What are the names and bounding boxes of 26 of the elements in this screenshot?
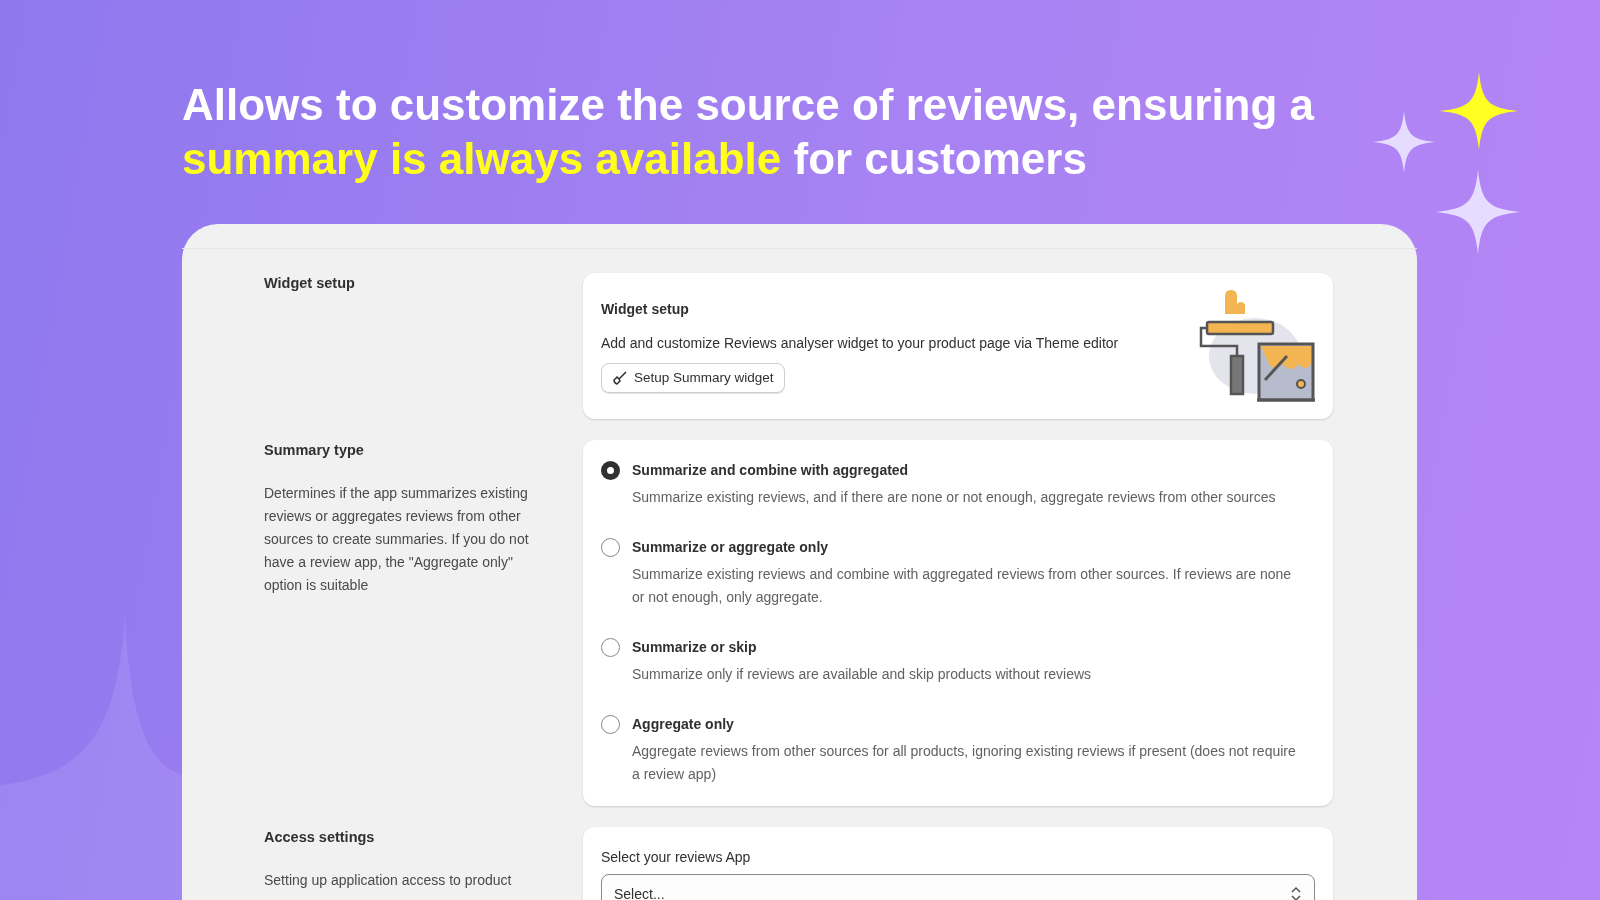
field-label: Select your reviews App: [601, 848, 752, 867]
radio-button[interactable]: [601, 461, 620, 480]
section-title: Access settings: [264, 828, 376, 847]
option-description: Aggregate reviews from other sources for all products, ignoring existing reviews if present (does not require a review app): [632, 742, 1297, 784]
section-description: Determines if the app summarizes existing reviews or aggregates reviews from other sources to create summaries. If you do not have a review app, the "Aggregate only" option is suitable: [264, 483, 530, 595]
section-title: Widget setup: [264, 274, 356, 293]
select-placeholder: Select...: [614, 884, 665, 900]
headline: Allows to customize the source of reviews, ensuring a summary is always available for customers: [182, 79, 1316, 185]
brush-icon: [612, 370, 628, 386]
option-description: Summarize only if reviews are available and skip products without reviews: [632, 665, 1092, 684]
section-title: Summary type: [264, 441, 365, 460]
card-description: Add and customize Reviews analyser widget to your product page via Theme editor: [601, 334, 1119, 353]
radio-button[interactable]: [601, 538, 620, 557]
option-description: Summarize existing reviews, and if there are none or not enough, aggregate reviews from other sources: [632, 488, 1276, 507]
option-title[interactable]: Aggregate only: [632, 713, 1302, 735]
option-title[interactable]: Summarize or aggregate only: [632, 536, 1302, 558]
radio-button[interactable]: [601, 638, 620, 657]
option-title[interactable]: Summarize or skip: [632, 636, 1092, 658]
radio-button[interactable]: [601, 715, 620, 734]
section-description: Setting up application access to product: [264, 870, 513, 890]
option-description: Summarize existing reviews and combine with aggregated reviews from other sources. If reviews are none or not enough, only aggregate.: [632, 565, 1293, 607]
setup-summary-widget-button[interactable]: Setup Summary widget: [601, 363, 785, 393]
chevron-up-down-icon: [1290, 886, 1302, 900]
card-title: Widget setup: [601, 300, 689, 319]
reviews-app-select[interactable]: Select...: [601, 874, 1315, 900]
option-title[interactable]: Summarize and combine with aggregated: [632, 459, 1276, 481]
